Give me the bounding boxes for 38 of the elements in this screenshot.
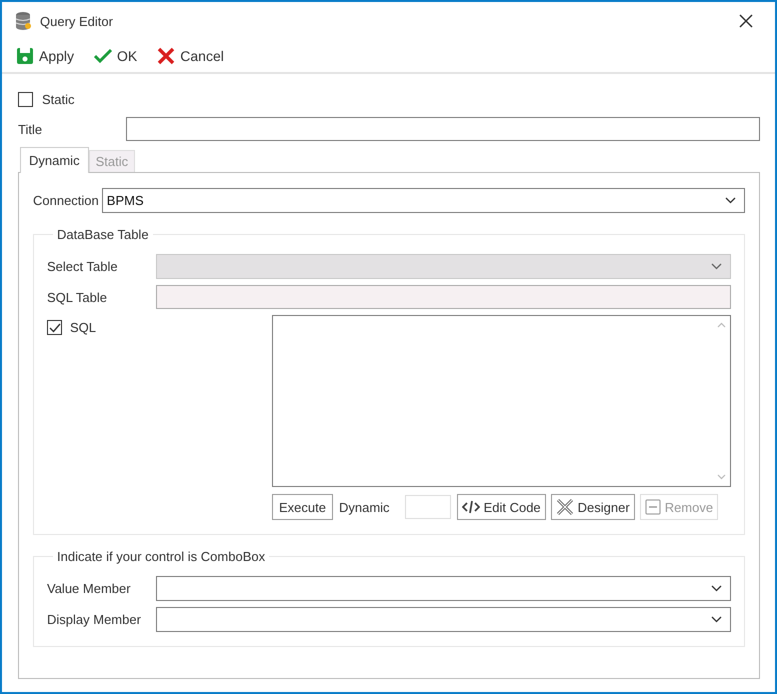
- chevron-down-icon: [711, 585, 722, 592]
- dropdown[interactable]: [156, 576, 731, 601]
- close-icon[interactable]: [739, 14, 753, 28]
- save-icon: [16, 47, 34, 65]
- window-title: Query Editor: [40, 14, 113, 28]
- field-label: SQL Table: [47, 290, 108, 304]
- checkbox-label: Static: [42, 92, 75, 106]
- minus-box-icon: [644, 499, 661, 515]
- group-title: Indicate if your control is ComboBox: [56, 549, 266, 564]
- chevron-down-icon: [725, 197, 736, 204]
- tools-icon: [556, 498, 574, 516]
- checkmark-icon: [94, 48, 112, 64]
- toolbar-button[interactable]: Designer: [550, 494, 635, 520]
- checkbox[interactable]: [18, 92, 33, 106]
- field-label: Dynamic: [338, 500, 390, 514]
- code-icon: [462, 500, 480, 514]
- toolbar-button[interactable]: Cancel: [153, 47, 228, 65]
- checkbox-label: SQL: [70, 320, 96, 335]
- toolbar-button[interactable]: OK: [90, 48, 142, 64]
- field-label: Select Table: [47, 259, 119, 274]
- field-label: Display Member: [47, 612, 142, 627]
- dropdown[interactable]: [156, 607, 731, 632]
- toolbar-button[interactable]: Apply: [12, 47, 78, 65]
- tab[interactable]: Dynamic: [20, 147, 89, 173]
- execute-button[interactable]: Execute: [272, 494, 333, 520]
- field-label: Title: [18, 122, 44, 136]
- chevron-down-icon: [711, 616, 722, 623]
- field-label: Value Member: [47, 581, 132, 596]
- group-title: DataBase Table: [56, 227, 150, 242]
- chevron-down-icon: [711, 263, 722, 270]
- checkbox[interactable]: [47, 320, 62, 335]
- dynamic-field[interactable]: [404, 495, 451, 519]
- title-field[interactable]: [126, 117, 760, 141]
- cross-icon: [157, 47, 176, 65]
- field-label: Connection: [33, 193, 99, 208]
- toolbar-button[interactable]: Edit Code: [456, 494, 546, 520]
- connection-dropdown[interactable]: BPMS: [102, 188, 745, 213]
- database-icon: [15, 11, 33, 31]
